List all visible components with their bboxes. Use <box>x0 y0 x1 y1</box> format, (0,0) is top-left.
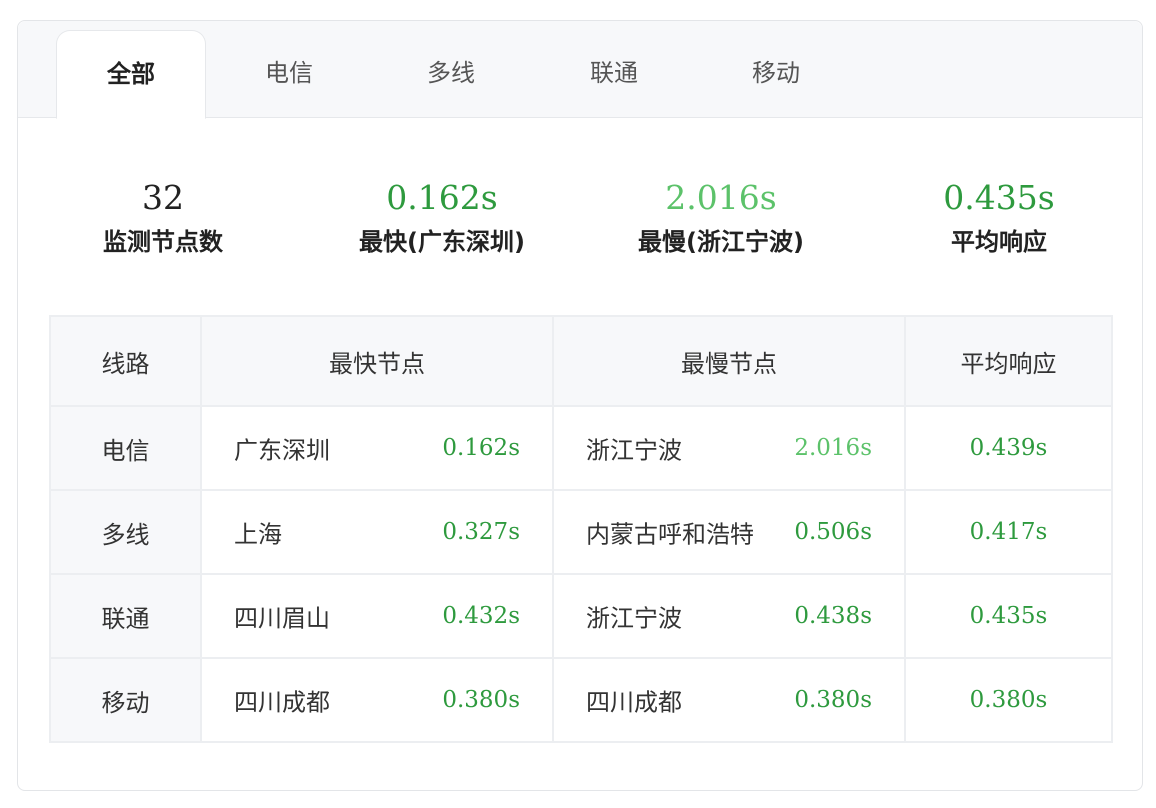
node-time: 0.380s <box>442 687 520 713</box>
tab-multiline[interactable]: 多线 <box>376 29 526 117</box>
fast-node-cell: 四川眉山 0.432s <box>200 573 554 659</box>
slow-node-cell: 内蒙古呼和浩特 0.506s <box>552 489 906 575</box>
node-time: 0.380s <box>794 687 872 713</box>
stat-value: 0.162s <box>386 178 498 217</box>
tab-all[interactable]: 全部 <box>56 30 206 119</box>
node-name: 四川眉山 <box>234 604 330 633</box>
fast-node-cell: 四川成都 0.380s <box>200 657 554 743</box>
slow-node-cell: 浙江宁波 0.438s <box>552 573 906 659</box>
stat-label: 平均响应 <box>951 228 1047 256</box>
table-row: 移动 四川成都 0.380s 四川成都 0.380s 0.380s <box>49 657 1113 743</box>
header-average: 平均响应 <box>904 315 1113 407</box>
line-name: 移动 <box>49 657 202 743</box>
line-name: 多线 <box>49 489 202 575</box>
tab-telecom[interactable]: 电信 <box>214 29 364 117</box>
tab-bar: 全部 电信 多线 联通 移动 <box>18 21 1142 119</box>
stat-average: 0.435s 平均响应 <box>879 171 1119 259</box>
stat-label: 最快(广东深圳) <box>359 228 525 256</box>
summary-stats: 32 监测节点数 0.162s 最快(广东深圳) 2.016s 最慢(浙江宁波)… <box>18 171 1142 261</box>
node-name: 上海 <box>234 520 282 549</box>
monitor-panel: 全部 电信 多线 联通 移动 32 监测节点数 0.162s 最快(广东深圳) … <box>17 20 1143 791</box>
line-table: 线路 最快节点 最慢节点 平均响应 电信 广东深圳 0.162s 浙江宁波 2.… <box>49 315 1113 743</box>
node-time: 0.327s <box>442 519 520 545</box>
node-time: 0.432s <box>442 603 520 629</box>
stat-value: 2.016s <box>665 178 777 217</box>
table-row: 电信 广东深圳 0.162s 浙江宁波 2.016s 0.439s <box>49 405 1113 491</box>
stat-label: 最慢(浙江宁波) <box>638 228 804 256</box>
table-row: 联通 四川眉山 0.432s 浙江宁波 0.438s 0.435s <box>49 573 1113 659</box>
stat-node-count: 32 监测节点数 <box>43 171 283 259</box>
avg-time: 0.439s <box>904 405 1113 491</box>
header-line: 线路 <box>49 315 202 407</box>
stat-label: 监测节点数 <box>103 228 223 256</box>
node-name: 内蒙古呼和浩特 <box>586 520 754 549</box>
node-time: 0.438s <box>794 603 872 629</box>
node-time: 0.162s <box>442 435 520 461</box>
stat-value: 0.435s <box>943 178 1055 217</box>
line-name: 电信 <box>49 405 202 491</box>
stat-slowest: 2.016s 最慢(浙江宁波) <box>601 171 841 259</box>
header-fastest-node: 最快节点 <box>200 315 554 407</box>
node-name: 浙江宁波 <box>586 604 682 633</box>
avg-time: 0.435s <box>904 573 1113 659</box>
node-time: 0.506s <box>794 519 872 545</box>
slow-node-cell: 四川成都 0.380s <box>552 657 906 743</box>
node-name: 四川成都 <box>586 688 682 717</box>
stat-value: 32 <box>142 178 184 217</box>
header-slowest-node: 最慢节点 <box>552 315 906 407</box>
slow-node-cell: 浙江宁波 2.016s <box>552 405 906 491</box>
tab-mobile[interactable]: 移动 <box>701 29 851 117</box>
node-time: 2.016s <box>794 435 872 461</box>
line-name: 联通 <box>49 573 202 659</box>
table-header-row: 线路 最快节点 最慢节点 平均响应 <box>49 315 1113 407</box>
tab-unicom[interactable]: 联通 <box>539 29 689 117</box>
avg-time: 0.417s <box>904 489 1113 575</box>
fast-node-cell: 上海 0.327s <box>200 489 554 575</box>
stat-fastest: 0.162s 最快(广东深圳) <box>322 171 562 259</box>
table-row: 多线 上海 0.327s 内蒙古呼和浩特 0.506s 0.417s <box>49 489 1113 575</box>
fast-node-cell: 广东深圳 0.162s <box>200 405 554 491</box>
avg-time: 0.380s <box>904 657 1113 743</box>
node-name: 浙江宁波 <box>586 436 682 465</box>
node-name: 四川成都 <box>234 688 330 717</box>
node-name: 广东深圳 <box>234 436 330 465</box>
